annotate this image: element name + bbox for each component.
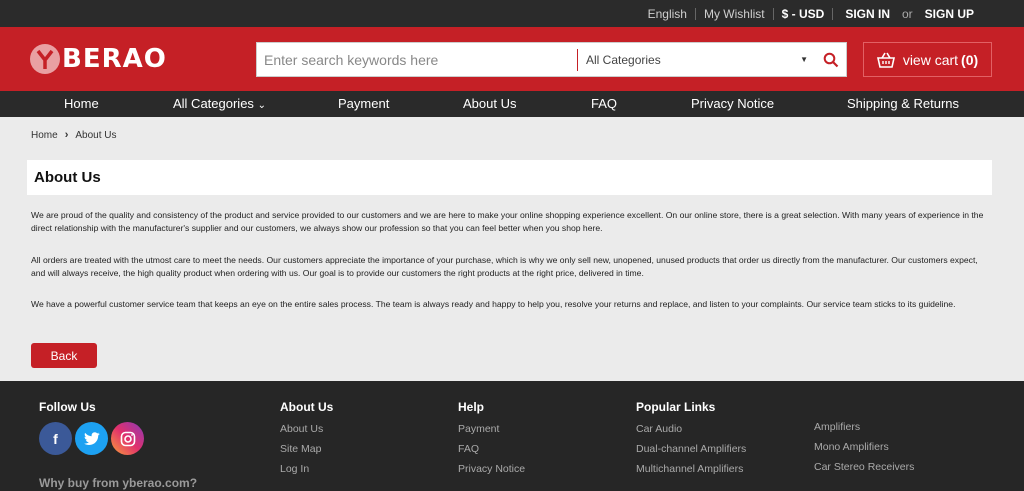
footer-heading: Popular Links: [636, 400, 716, 414]
nav-faq[interactable]: FAQ: [591, 96, 617, 111]
search-input[interactable]: [257, 43, 577, 76]
twitter-icon[interactable]: [75, 422, 108, 455]
main-nav: Home All Categories ⌄ Payment About Us F…: [0, 91, 1024, 117]
footer-help: Help Payment FAQ Privacy Notice: [458, 400, 525, 482]
footer-link[interactable]: Site Map: [280, 442, 333, 462]
sign-in-link[interactable]: SIGN IN: [833, 7, 898, 21]
about-paragraph: We are proud of the quality and consiste…: [31, 210, 984, 233]
footer-heading: Help: [458, 400, 485, 414]
footer-link[interactable]: Car Stereo Receivers: [814, 460, 914, 480]
footer-link[interactable]: Payment: [458, 422, 525, 442]
breadcrumb-home[interactable]: Home: [31, 130, 58, 141]
page-title: About Us: [27, 160, 992, 195]
footer-about: About Us About Us Site Map Log In: [280, 400, 333, 482]
site-footer: Follow Us f About Us About Us Site Map L…: [0, 381, 1024, 491]
language-selector[interactable]: English: [640, 7, 695, 21]
logo-text: BERAO: [62, 44, 167, 74]
search-bar: All Categories ▼: [256, 42, 847, 77]
footer-follow-us: Follow Us f: [39, 400, 144, 455]
about-paragraph: We have a powerful customer service team…: [31, 299, 956, 309]
wishlist-link[interactable]: My Wishlist: [696, 7, 773, 21]
footer-link[interactable]: About Us: [280, 422, 333, 442]
search-icon: [823, 52, 839, 67]
nav-shipping-returns[interactable]: Shipping & Returns: [847, 96, 959, 111]
category-select-value: All Categories: [586, 52, 661, 67]
sign-up-link[interactable]: SIGN UP: [917, 7, 982, 21]
footer-link[interactable]: FAQ: [458, 442, 525, 462]
nav-home[interactable]: Home: [64, 96, 99, 111]
footer-popular-links: Popular Links Car Audio Dual-channel Amp…: [636, 400, 746, 482]
nav-all-categories[interactable]: All Categories ⌄: [173, 96, 266, 111]
about-paragraph: All orders are treated with the utmost c…: [31, 255, 978, 278]
nav-payment[interactable]: Payment: [338, 96, 389, 111]
logo-mark-icon: [30, 44, 60, 74]
cart-label: view cart: [902, 51, 959, 68]
footer-popular-links-2: Amplifiers Mono Amplifiers Car Stereo Re…: [814, 420, 914, 480]
top-utility-bar: English My Wishlist $ - USD SIGN IN or S…: [0, 0, 1024, 27]
cart-count: (0): [961, 51, 979, 68]
site-logo[interactable]: BERAO: [30, 44, 167, 74]
footer-link[interactable]: Privacy Notice: [458, 462, 525, 482]
why-buy-heading: Why buy from yberao.com?: [39, 476, 198, 490]
breadcrumb-current: About Us: [75, 129, 117, 141]
nav-about-us[interactable]: About Us: [463, 96, 516, 111]
category-select[interactable]: All Categories ▼: [578, 53, 816, 67]
search-button[interactable]: [816, 43, 846, 76]
footer-heading: Follow Us: [39, 400, 96, 414]
back-button[interactable]: Back: [31, 343, 97, 368]
or-text: or: [901, 6, 913, 21]
site-header: BERAO All Categories ▼ view cart (0): [0, 27, 1024, 91]
footer-link[interactable]: Amplifiers: [814, 420, 914, 440]
footer-link[interactable]: Log In: [280, 462, 333, 482]
social-links: f: [39, 422, 144, 455]
chevron-down-icon: ⌄: [257, 100, 266, 111]
currency-selector[interactable]: $ - USD: [774, 7, 833, 21]
nav-privacy-notice[interactable]: Privacy Notice: [691, 96, 774, 111]
facebook-icon[interactable]: f: [39, 422, 72, 455]
footer-link[interactable]: Mono Amplifiers: [814, 440, 914, 460]
nav-all-categories-label: All Categories: [173, 96, 254, 111]
footer-link[interactable]: Car Audio: [636, 422, 746, 442]
footer-heading: About Us: [280, 400, 334, 414]
chevron-right-icon: ›: [64, 129, 69, 141]
footer-link[interactable]: Dual-channel Amplifiers: [636, 442, 746, 462]
dropdown-caret-icon: ▼: [800, 55, 808, 64]
footer-link[interactable]: Multichannel Amplifiers: [636, 462, 746, 482]
view-cart-button[interactable]: view cart (0): [863, 42, 992, 77]
shopping-basket-icon: [876, 52, 895, 68]
breadcrumb: Home › About Us: [31, 129, 117, 141]
instagram-icon[interactable]: [111, 422, 144, 455]
